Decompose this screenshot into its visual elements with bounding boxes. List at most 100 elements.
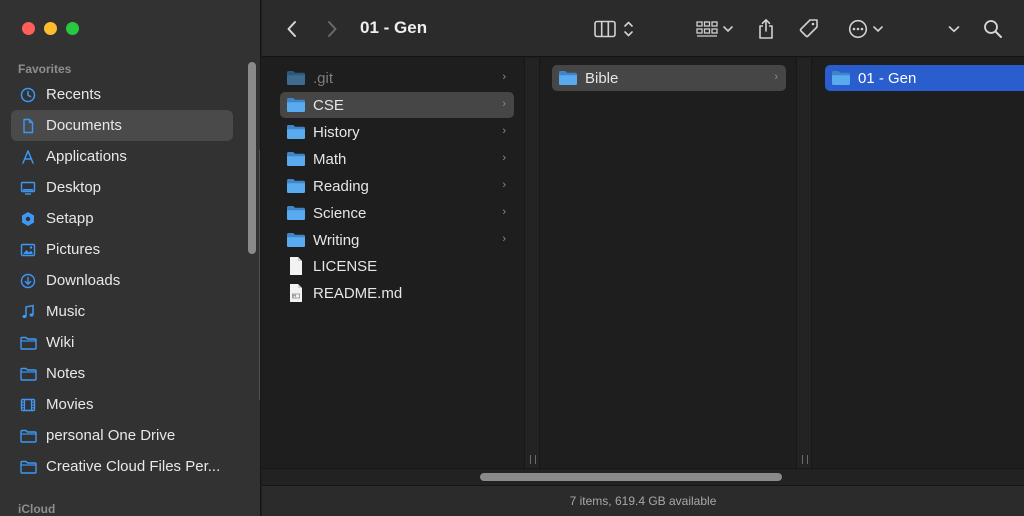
sidebar-item-movies[interactable]: Movies <box>11 389 233 420</box>
sidebar-item-downloads[interactable]: Downloads <box>11 265 233 296</box>
sidebar-item-notes[interactable]: Notes <box>11 358 233 389</box>
chevron-right-icon: › <box>502 71 506 83</box>
download-icon <box>19 272 37 290</box>
folder-icon <box>286 96 306 114</box>
chevron-right-icon: › <box>502 152 506 164</box>
list-item-git[interactable]: .git › <box>280 65 514 91</box>
list-item-cse[interactable]: CSE › <box>280 92 514 118</box>
chevron-down-icon <box>948 25 960 33</box>
toolbar-overflow-button[interactable] <box>942 16 966 42</box>
sidebar-item-label: personal One Drive <box>46 427 176 444</box>
sidebar-item-label: Pictures <box>46 241 101 258</box>
column-browser: .git › CSE › History › Math › Reading › … <box>262 58 1024 468</box>
item-label: 01 - Gen <box>858 69 917 87</box>
document-icon <box>19 117 37 135</box>
group-button[interactable] <box>692 16 736 42</box>
clock-icon <box>19 86 37 104</box>
sidebar-item-setapp[interactable]: Setapp <box>11 203 233 234</box>
item-label: .git <box>313 69 334 87</box>
window-title: 01 - Gen <box>360 18 428 37</box>
back-button[interactable] <box>280 16 304 42</box>
sidebar-item-desktop[interactable]: Desktop <box>11 172 233 203</box>
more-actions-button[interactable] <box>844 16 886 42</box>
chevron-left-icon <box>286 20 298 38</box>
list-item-science[interactable]: Science › <box>280 200 514 226</box>
chevron-right-icon: › <box>502 233 506 245</box>
folder-icon <box>19 427 37 445</box>
sidebar: Favorites Recents Documents Applications <box>0 0 261 516</box>
chevron-down-icon <box>872 25 883 33</box>
folder-icon <box>19 458 37 476</box>
column-resize-handle[interactable] <box>796 58 812 468</box>
minimize-button[interactable] <box>44 22 57 35</box>
sidebar-item-creative-cloud[interactable]: Creative Cloud Files Per... <box>11 451 233 482</box>
folder-icon <box>19 334 37 352</box>
sidebar-item-label: Notes <box>46 365 86 382</box>
list-item-history[interactable]: History › <box>280 119 514 145</box>
finder-window: Favorites Recents Documents Applications <box>0 0 1024 516</box>
folder-icon <box>286 150 306 168</box>
column-resize-handle[interactable] <box>524 58 540 468</box>
list-item-math[interactable]: Math › <box>280 146 514 172</box>
favorites-list: Recents Documents Applications Desktop S… <box>11 79 233 482</box>
movies-icon <box>19 396 37 414</box>
resize-grip-icon <box>530 455 536 464</box>
folder-icon <box>286 69 306 87</box>
sidebar-item-recents[interactable]: Recents <box>11 79 233 110</box>
sidebar-item-label: Setapp <box>46 210 94 227</box>
ellipsis-circle-icon <box>848 19 868 39</box>
list-item-writing[interactable]: Writing › <box>280 227 514 253</box>
window-controls <box>22 22 79 35</box>
setapp-icon <box>19 210 37 228</box>
list-item-bible[interactable]: Bible › <box>552 65 786 91</box>
item-label: CSE <box>313 96 344 114</box>
folder-icon <box>286 123 306 141</box>
horizontal-scrollbar[interactable] <box>262 468 1024 485</box>
folder-icon <box>286 231 306 249</box>
sidebar-item-wiki[interactable]: Wiki <box>11 327 233 358</box>
list-item-01-gen[interactable]: 01 - Gen <box>825 65 1024 91</box>
share-button[interactable] <box>754 16 778 42</box>
resize-grip-icon <box>802 455 808 464</box>
grid-icon <box>695 20 718 38</box>
item-label: Reading <box>313 177 369 195</box>
item-label: Bible <box>585 69 619 87</box>
item-label: History <box>313 123 360 141</box>
search-icon <box>983 19 1003 39</box>
music-icon <box>19 303 37 321</box>
sidebar-item-music[interactable]: Music <box>11 296 233 327</box>
folder-icon <box>19 365 37 383</box>
folder-icon <box>558 69 578 87</box>
view-mode-button[interactable] <box>590 16 636 42</box>
chevron-right-icon: › <box>502 206 506 218</box>
sidebar-item-label: Wiki <box>46 334 75 351</box>
search-button[interactable] <box>980 16 1006 42</box>
item-label: LICENSE <box>313 257 378 275</box>
sidebar-item-applications[interactable]: Applications <box>11 141 233 172</box>
item-label: README.md <box>313 284 403 302</box>
up-down-arrows-icon <box>623 20 633 38</box>
sidebar-resize-edge <box>259 150 260 400</box>
folder-icon <box>286 177 306 195</box>
forward-button[interactable] <box>320 16 344 42</box>
list-item-reading[interactable]: Reading › <box>280 173 514 199</box>
tags-button[interactable] <box>796 16 822 42</box>
sidebar-scrollbar[interactable] <box>248 62 256 254</box>
sidebar-item-label: Movies <box>46 396 94 413</box>
list-item-license[interactable]: LICENSE <box>280 253 514 279</box>
sidebar-item-label: Desktop <box>46 179 102 196</box>
sidebar-item-label: Documents <box>46 117 122 134</box>
zoom-button[interactable] <box>66 22 79 35</box>
status-bar: 7 items, 619.4 GB available <box>262 485 1024 516</box>
sidebar-item-personal-one-drive[interactable]: personal One Drive <box>11 420 233 451</box>
chevron-right-icon <box>326 20 338 38</box>
sidebar-item-documents[interactable]: Documents <box>11 110 233 141</box>
favorites-label: Favorites <box>18 62 72 76</box>
tag-icon <box>798 18 820 40</box>
folder-icon <box>286 204 306 222</box>
list-item-readme[interactable]: README.md <box>280 280 514 306</box>
close-button[interactable] <box>22 22 35 35</box>
sidebar-item-pictures[interactable]: Pictures <box>11 234 233 265</box>
horizontal-scroll-thumb[interactable] <box>480 473 782 481</box>
file-icon <box>286 257 306 275</box>
